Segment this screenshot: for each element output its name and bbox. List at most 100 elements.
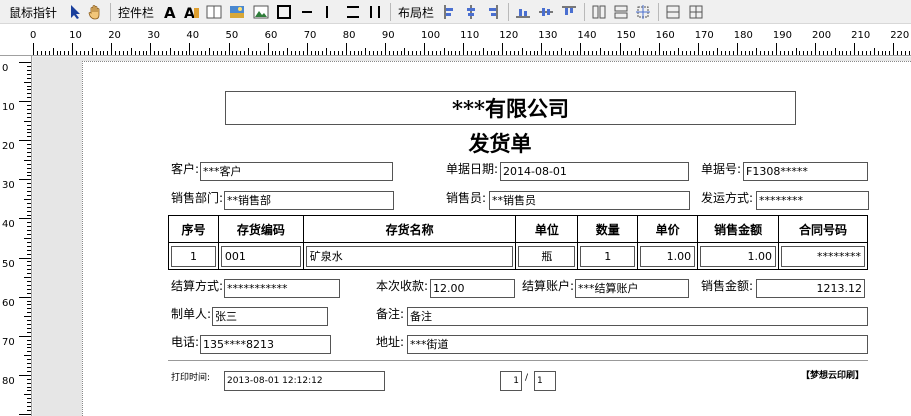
docno-field[interactable]: F1308***** — [743, 162, 868, 181]
document-title[interactable]: 发货单 — [400, 128, 600, 158]
rectangle-tool-icon[interactable] — [275, 0, 293, 24]
ruler-tick — [27, 136, 31, 138]
column-header[interactable]: 单价 — [637, 215, 699, 243]
account-label[interactable]: 结算账户: — [522, 277, 574, 296]
received-field[interactable]: 12.00 — [430, 279, 515, 298]
ruler-tick — [27, 382, 31, 384]
equal-height-icon[interactable] — [612, 0, 630, 24]
date-field[interactable]: 2014-08-01 — [500, 162, 689, 181]
print-time-label[interactable]: 打印时间: — [171, 369, 210, 388]
unit-price-cell[interactable]: 1.00 — [640, 245, 696, 267]
item-code-cell[interactable]: 001 — [220, 245, 301, 267]
align-bottom-icon[interactable] — [514, 0, 532, 24]
ruler-tick — [165, 51, 167, 55]
ruler-tick — [76, 51, 77, 55]
ruler-tick — [27, 132, 31, 134]
ruler-tick — [27, 85, 31, 87]
ruler-tick — [193, 51, 195, 55]
ruler-tick — [216, 51, 218, 55]
print-time-field[interactable]: 2013-08-01 12:12:12 — [224, 371, 385, 391]
dept-field[interactable]: **销售部 — [224, 191, 394, 210]
horizontal-space-icon[interactable] — [664, 0, 682, 24]
align-top-icon[interactable] — [560, 0, 578, 24]
customer-label[interactable]: 客户: — [171, 160, 199, 179]
maker-label[interactable]: 制单人: — [171, 305, 211, 324]
quantity-cell[interactable]: 1 — [580, 245, 636, 267]
column-header[interactable]: 数量 — [577, 215, 639, 243]
rich-text-tool-icon[interactable]: A — [183, 0, 201, 24]
ruler-tick — [373, 51, 375, 55]
remark-field[interactable]: 备注 — [407, 307, 868, 326]
address-field[interactable]: ***街道 — [407, 335, 868, 354]
horizontal-line-icon[interactable] — [298, 0, 316, 24]
ruler-tick — [267, 43, 269, 55]
item-name-cell[interactable]: 矿泉水 — [305, 245, 514, 267]
ruler-tick — [826, 51, 828, 55]
amount-label[interactable]: 销售金额: — [701, 277, 753, 296]
column-header[interactable]: 存货名称 — [302, 215, 517, 243]
ruler-tick — [721, 51, 723, 55]
company-name-box[interactable]: ***有限公司 — [225, 91, 796, 125]
page-total-field[interactable]: 1 — [534, 371, 556, 391]
column-header[interactable]: 合同号码 — [778, 215, 868, 243]
ruler-tick — [846, 51, 848, 55]
remark-label[interactable]: 备注: — [376, 305, 404, 324]
double-horizontal-line-icon[interactable] — [344, 0, 362, 24]
ruler-tick — [744, 51, 746, 55]
hand-pan-icon[interactable] — [86, 0, 104, 24]
align-center-icon[interactable] — [462, 0, 480, 24]
received-label[interactable]: 本次收款: — [376, 277, 428, 296]
vertical-line-icon[interactable] — [318, 0, 336, 24]
vertical-space-icon[interactable] — [687, 0, 705, 24]
settle-field[interactable]: *********** — [224, 279, 340, 298]
maker-field[interactable]: 张三 — [212, 307, 328, 326]
ruler-tick — [27, 97, 31, 99]
phone-label[interactable]: 电话: — [171, 333, 199, 352]
unit-cell[interactable]: 瓶 — [518, 245, 576, 267]
double-vertical-line-icon[interactable] — [366, 0, 384, 24]
align-left-icon[interactable] — [441, 0, 459, 24]
ruler-tick — [525, 51, 527, 55]
ruler-label: 90 — [381, 30, 395, 41]
ruler-tick — [236, 51, 238, 55]
column-header[interactable]: 单位 — [515, 215, 579, 243]
contract-no-cell[interactable]: ******** — [781, 245, 865, 267]
ruler-tick — [869, 51, 871, 55]
picture-tool-icon[interactable] — [252, 0, 270, 24]
same-size-icon[interactable] — [634, 0, 652, 24]
text-tool-icon[interactable]: A — [161, 0, 179, 24]
docno-label[interactable]: 单据号: — [701, 160, 741, 179]
ruler-tick — [111, 43, 113, 55]
settle-label[interactable]: 结算方式: — [171, 277, 223, 296]
ruler-tick — [27, 93, 31, 95]
image-tool-icon[interactable] — [228, 0, 246, 24]
box-tool-icon[interactable] — [205, 0, 223, 24]
sales-amount-cell[interactable]: 1.00 — [700, 245, 777, 267]
salesman-label[interactable]: 销售员: — [446, 189, 486, 208]
footer-brand-label[interactable]: 【梦想云印刷】 — [801, 367, 864, 386]
customer-field[interactable]: ***客户 — [200, 162, 393, 181]
account-field[interactable]: ***结算账户 — [575, 279, 689, 298]
shipping-label[interactable]: 发运方式: — [701, 189, 753, 208]
date-label[interactable]: 单据日期: — [446, 160, 498, 179]
phone-field[interactable]: 135****8213 — [200, 335, 331, 354]
ruler-tick — [556, 51, 558, 55]
dept-label[interactable]: 销售部门: — [171, 189, 223, 208]
shipping-field[interactable]: ******** — [756, 191, 869, 210]
row-index-cell[interactable]: 1 — [171, 245, 216, 267]
amount-field[interactable]: 1213.12 — [756, 279, 865, 298]
address-label[interactable]: 地址: — [376, 333, 404, 352]
salesman-field[interactable]: **销售员 — [489, 191, 690, 210]
equal-width-icon[interactable] — [590, 0, 608, 24]
ruler-tick — [36, 51, 38, 55]
align-middle-icon[interactable] — [537, 0, 555, 24]
column-header[interactable]: 序号 — [168, 215, 219, 243]
arrow-pointer-icon[interactable] — [66, 0, 84, 24]
ruler-tick — [177, 51, 179, 55]
align-right-icon[interactable] — [483, 0, 501, 24]
page-current-field[interactable]: 1 — [500, 371, 522, 391]
column-header[interactable]: 存货编码 — [217, 215, 304, 243]
column-header[interactable]: 销售金额 — [697, 215, 780, 243]
ruler-tick — [627, 51, 629, 55]
ruler-tick — [338, 51, 339, 55]
